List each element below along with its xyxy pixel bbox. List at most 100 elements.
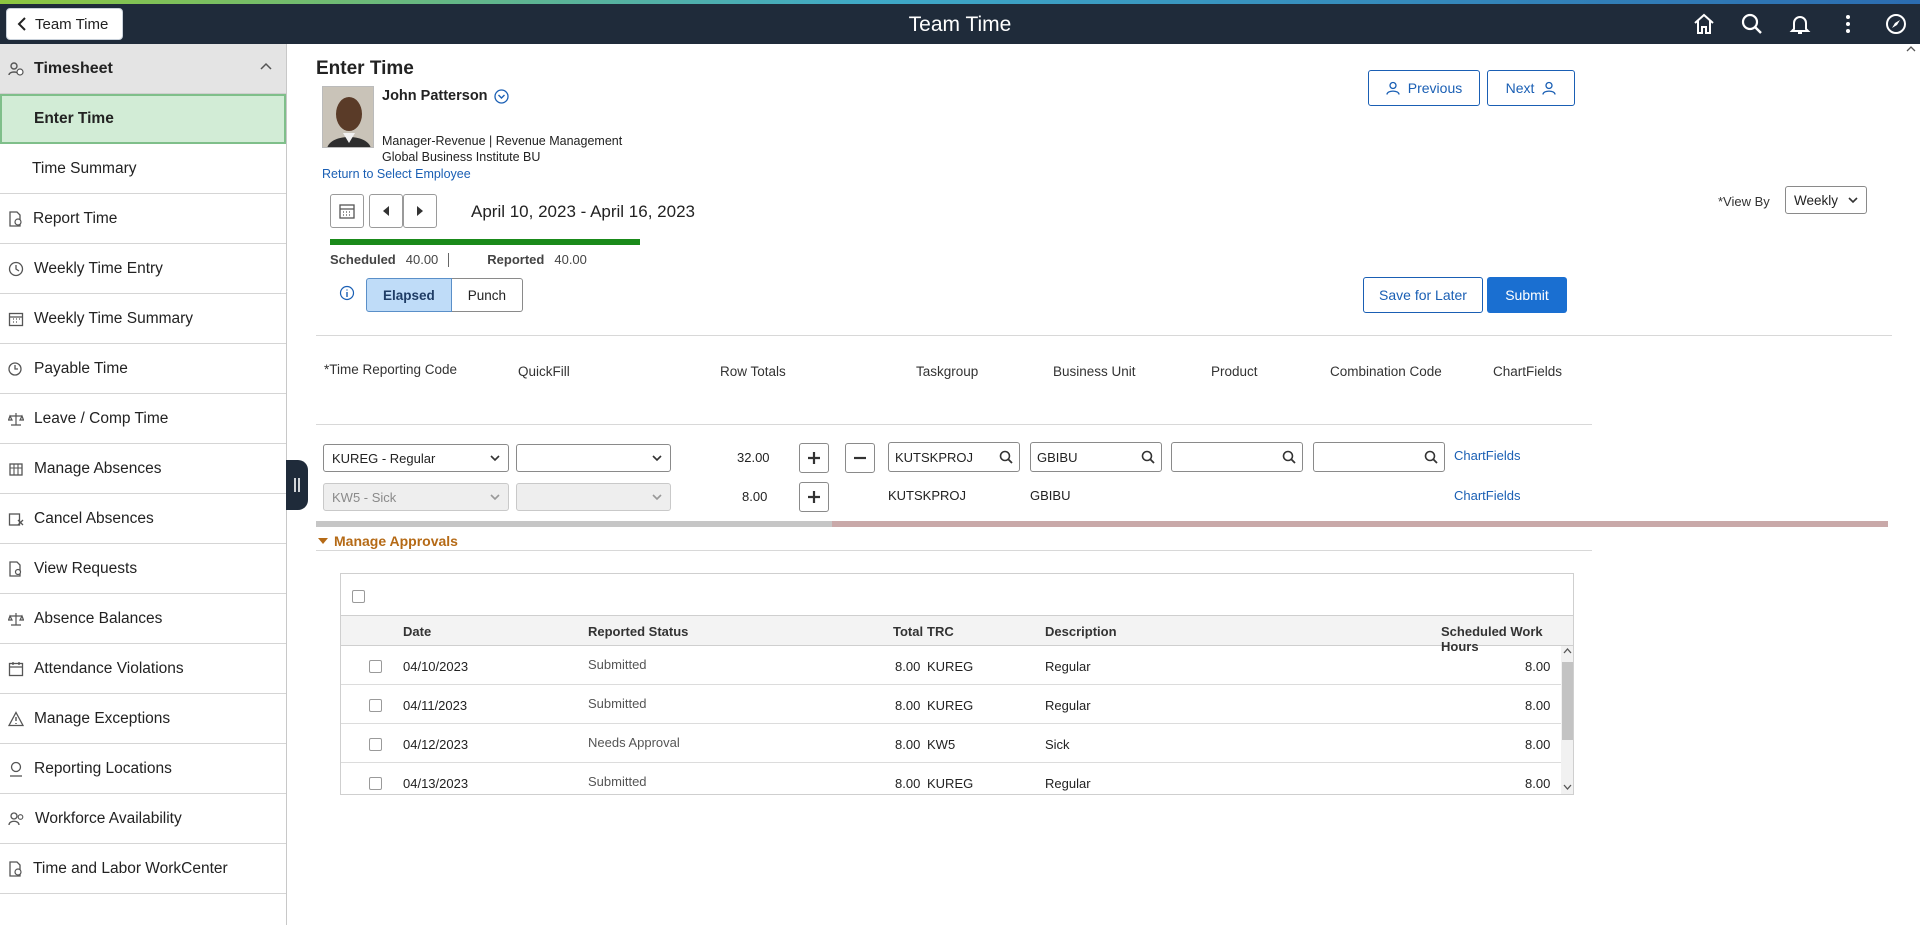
previous-employee-button[interactable]: Previous <box>1368 70 1480 106</box>
cell-reported-status: Submitted <box>588 774 647 789</box>
sidebar-item-weekly-time-entry[interactable]: Weekly Time Entry <box>0 244 286 294</box>
row-checkbox[interactable] <box>369 660 382 673</box>
cell-trc: KUREG <box>927 776 974 791</box>
sidebar-item-workforce-availability[interactable]: Workforce Availability <box>0 794 286 844</box>
previous-period-button[interactable] <box>369 194 403 228</box>
sidebar-item-view-requests[interactable]: View Requests <box>0 544 286 594</box>
hours-progress-bar <box>330 239 640 245</box>
submit-button[interactable]: Submit <box>1487 277 1567 313</box>
search-icon[interactable] <box>1141 450 1155 464</box>
chartfields-link-row-2[interactable]: ChartFields <box>1454 488 1520 503</box>
quickfill-select-row-1[interactable] <box>516 444 671 472</box>
table-row[interactable]: 04/13/2023 Submitted 8.00 KUREG Regular 8.00 <box>341 763 1573 794</box>
row-checkbox[interactable] <box>369 777 382 790</box>
next-employee-button[interactable]: Next <box>1487 70 1575 106</box>
business-unit-input-row-1[interactable]: GBIBU <box>1030 442 1162 472</box>
combination-code-input-row-1[interactable] <box>1313 442 1445 472</box>
chevron-down-circle-icon[interactable] <box>493 88 509 104</box>
scrollbar-thumb[interactable] <box>316 521 832 527</box>
reported-value: 40.00 <box>554 252 587 267</box>
divider <box>316 335 1892 336</box>
table-row[interactable]: 04/12/2023 Needs Approval 8.00 KW5 Sick 8.00 <box>341 724 1573 763</box>
view-by-select[interactable]: Weekly <box>1785 186 1867 214</box>
sidebar-item-attendance-violations[interactable]: Attendance Violations <box>0 644 286 694</box>
chevron-down-icon[interactable] <box>1563 784 1572 790</box>
row-checkbox[interactable] <box>369 738 382 751</box>
bell-icon[interactable] <box>1786 10 1814 38</box>
sidebar-item-cancel-absences[interactable]: Cancel Absences <box>0 494 286 544</box>
sidebar-item-manage-exceptions[interactable]: Manage Exceptions <box>0 694 286 744</box>
col-total: Total <box>893 624 924 639</box>
approvals-vertical-scrollbar[interactable] <box>1561 646 1573 794</box>
plus-icon <box>808 452 820 464</box>
elapsed-mode-button[interactable]: Elapsed <box>366 278 452 312</box>
table-row[interactable]: 04/10/2023 Submitted 8.00 KUREG Regular 8.00 <box>341 646 1573 685</box>
banner: Team Time Team Time <box>0 4 1920 44</box>
chevron-up-icon[interactable] <box>1563 648 1572 654</box>
product-input-row-1[interactable] <box>1171 442 1303 472</box>
navbar-compass-icon[interactable] <box>1882 10 1910 38</box>
sidebar-collapse-handle[interactable] <box>286 460 308 510</box>
chevron-down-icon <box>652 493 662 500</box>
return-to-select-employee-link[interactable]: Return to Select Employee <box>322 167 471 181</box>
chevron-up-icon[interactable] <box>260 62 272 70</box>
view-requests-icon <box>9 560 22 577</box>
employee-name[interactable]: John Patterson <box>382 88 509 104</box>
quickfill-select-row-2 <box>516 483 671 511</box>
cell-date: 04/10/2023 <box>403 659 469 674</box>
sidebar-item-time-labor-workcenter[interactable]: Time and Labor WorkCenter <box>0 844 286 894</box>
cell-reported-status: Submitted <box>588 696 647 711</box>
next-period-button[interactable] <box>403 194 437 228</box>
page-vertical-scrollbar[interactable] <box>1902 44 1920 925</box>
sidebar-item-time-summary[interactable]: Time Summary <box>0 144 286 194</box>
minus-icon <box>854 456 866 460</box>
horizontal-scrollbar[interactable] <box>316 521 1888 527</box>
info-icon[interactable] <box>339 285 355 301</box>
people-icon <box>8 811 24 825</box>
cell-scheduled-hours: 8.00 <box>1525 698 1551 713</box>
punch-mode-button[interactable]: Punch <box>451 278 524 312</box>
chevron-up-icon[interactable] <box>1906 46 1916 52</box>
sidebar-section-timesheet[interactable]: Timesheet <box>0 44 286 94</box>
table-row[interactable]: 04/11/2023 Submitted 8.00 KUREG Regular 8.00 <box>341 685 1573 724</box>
banner-title: Team Time <box>908 13 1012 36</box>
more-vertical-icon[interactable] <box>1834 10 1862 38</box>
sidebar-item-payable-time[interactable]: Payable Time <box>0 344 286 394</box>
manage-approvals-toggle[interactable]: Manage Approvals <box>318 533 458 549</box>
sidebar-item-absence-balances[interactable]: Absence Balances <box>0 594 286 644</box>
chevron-down-icon <box>652 454 662 461</box>
save-for-later-button[interactable]: Save for Later <box>1363 277 1483 313</box>
sidebar-item-enter-time[interactable]: Enter Time <box>0 94 286 144</box>
sidebar-item-leave-comp-time[interactable]: Leave / Comp Time <box>0 394 286 444</box>
home-icon[interactable] <box>1690 10 1718 38</box>
col-combination-code: Combination Code <box>1330 364 1442 379</box>
sidebar-item-manage-absences[interactable]: Manage Absences <box>0 444 286 494</box>
scrollbar-thumb[interactable] <box>1562 662 1573 740</box>
taskgroup-input-row-1[interactable]: KUTSKPROJ <box>888 442 1020 472</box>
delete-row-button[interactable] <box>845 443 875 473</box>
search-icon[interactable] <box>1738 10 1766 38</box>
col-description: Description <box>1045 624 1117 639</box>
caret-left-icon <box>383 206 389 216</box>
trc-select-row-1[interactable]: KUREG - Regular <box>323 444 509 472</box>
search-icon[interactable] <box>1424 450 1438 464</box>
cell-total: 8.00 <box>895 776 921 791</box>
calendar-icon <box>339 204 355 219</box>
add-row-button[interactable] <box>799 482 829 512</box>
search-icon[interactable] <box>1282 450 1296 464</box>
select-all-checkbox[interactable] <box>352 590 365 603</box>
add-row-button[interactable] <box>799 443 829 473</box>
sidebar-item-reporting-locations[interactable]: Reporting Locations <box>0 744 286 794</box>
payable-time-icon <box>8 361 22 376</box>
row-checkbox[interactable] <box>369 699 382 712</box>
business-unit-row-2: GBIBU <box>1030 488 1071 503</box>
chartfields-link-row-1[interactable]: ChartFields <box>1454 448 1520 463</box>
sidebar-item-weekly-time-summary[interactable]: Weekly Time Summary <box>0 294 286 344</box>
cancel-absence-icon <box>8 512 24 526</box>
calendar-button[interactable] <box>330 194 364 228</box>
divider <box>316 424 1592 425</box>
reported-label: Reported <box>487 252 545 267</box>
search-icon[interactable] <box>999 450 1013 464</box>
sidebar-item-report-time[interactable]: Report Time <box>0 194 286 244</box>
employee-business-unit: Global Business Institute BU <box>382 150 541 164</box>
